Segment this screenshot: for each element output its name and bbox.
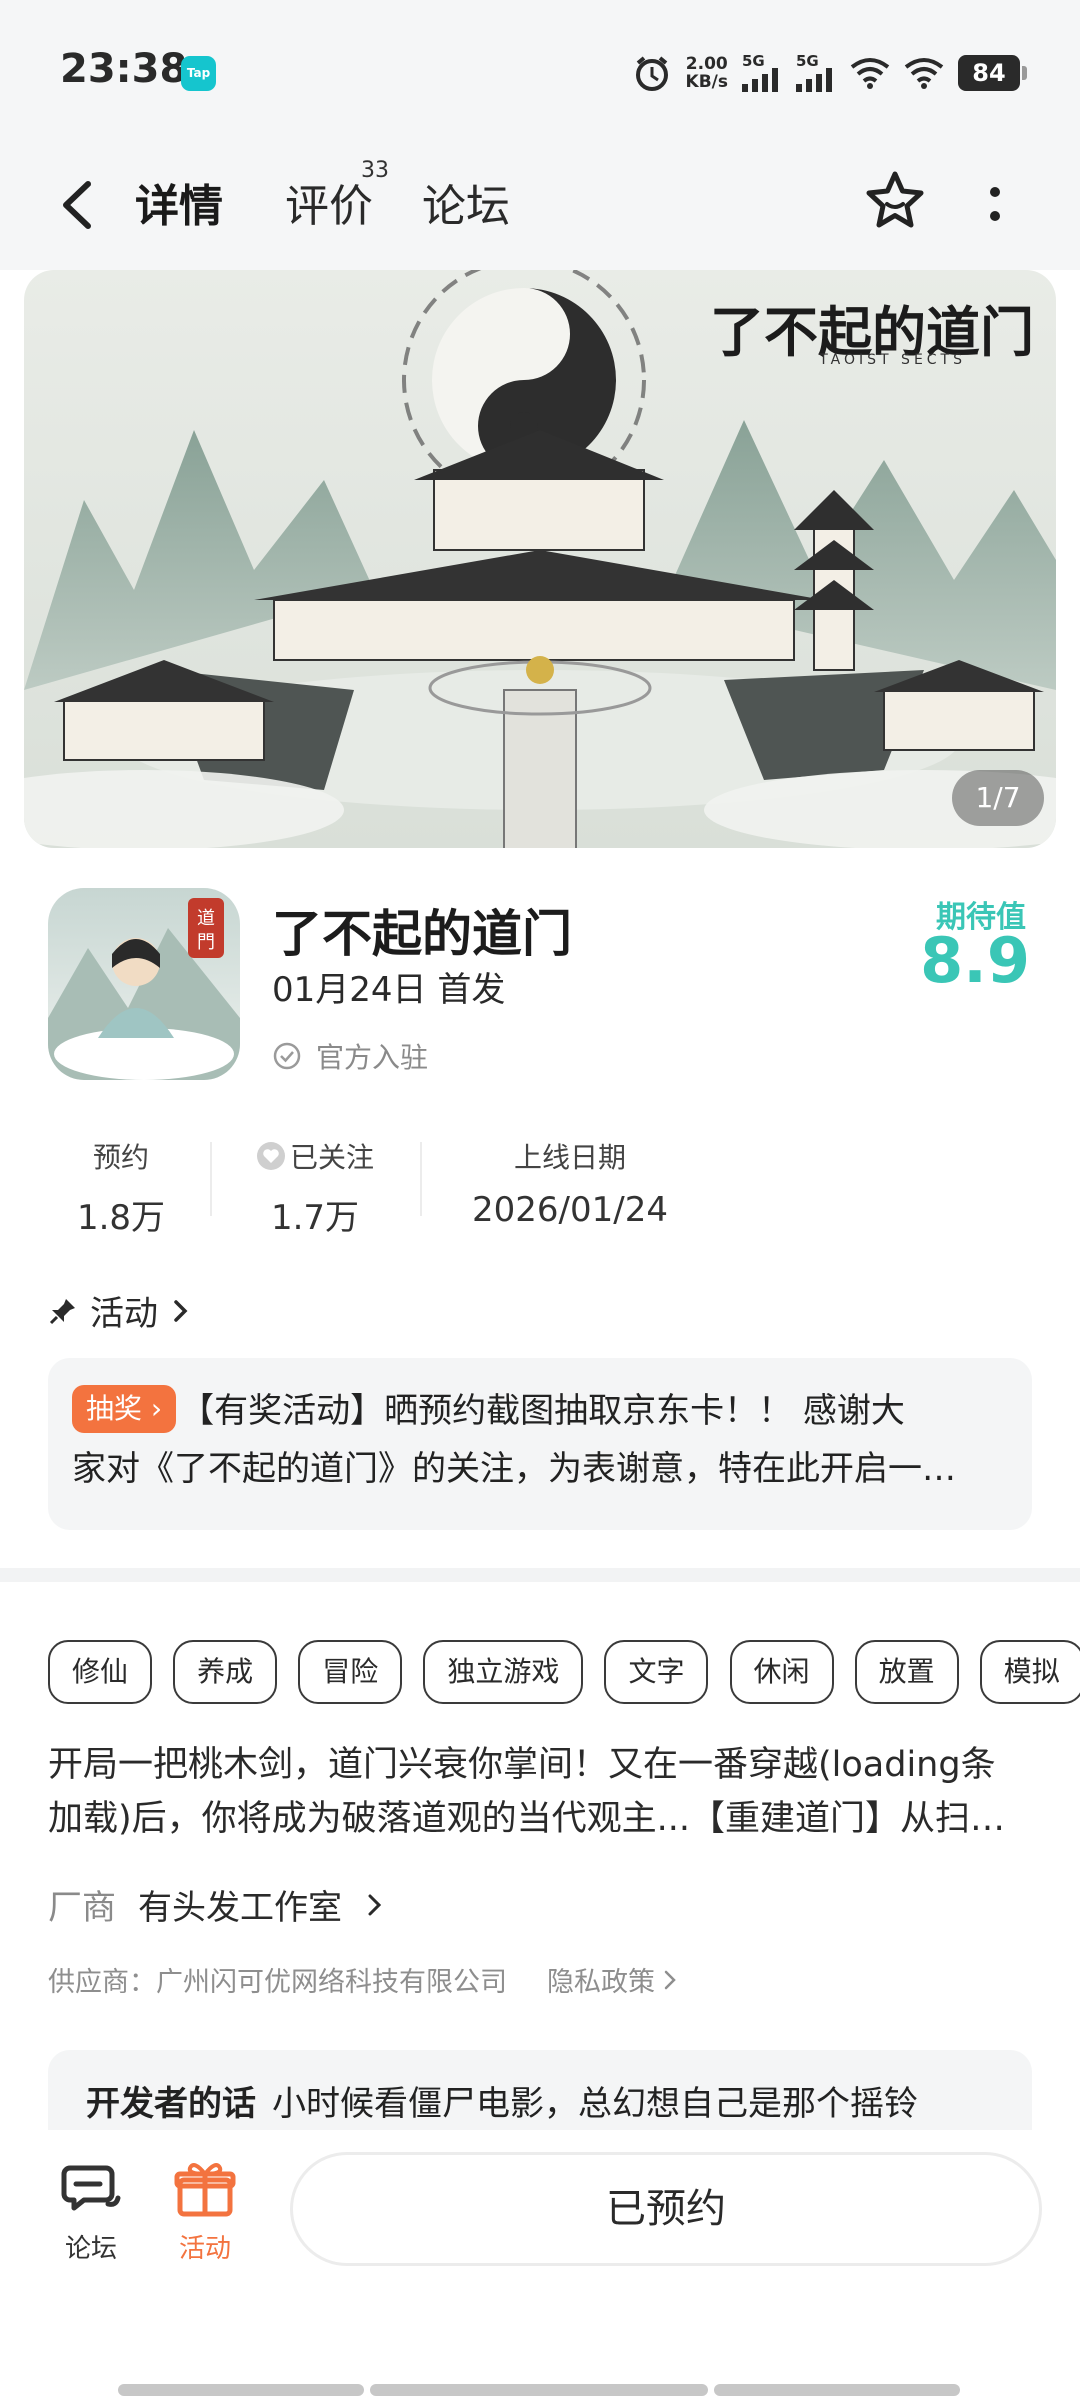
activity-text-line2: 家对《了不起的道门》的关注，为表谢意，特在此开启一… bbox=[72, 1449, 956, 1489]
icon-seal-text-2: 門 bbox=[197, 932, 215, 953]
activity-card[interactable]: 抽奖 › 【有奖活动】晒预约截图抽取京东卡！！ 感谢大 家对《了不起的道门》的关注… bbox=[48, 1358, 1032, 1530]
vendor-link[interactable]: 厂商 有头发工作室 bbox=[48, 1880, 386, 1929]
signal-5g-label: 5G bbox=[742, 52, 765, 70]
net-speed: 2.00 KB/s bbox=[686, 55, 728, 91]
stat-value: 2026/01/24 bbox=[472, 1190, 668, 1230]
reserved-button[interactable]: 已预约 bbox=[290, 2152, 1042, 2266]
top-nav-bar: 详情 评价 33 论坛 bbox=[0, 140, 1080, 270]
activity-section-link[interactable]: 活动 bbox=[48, 1286, 192, 1335]
game-icon-art: 道 門 bbox=[48, 898, 240, 1080]
tag-chip[interactable]: 模拟 bbox=[979, 1640, 1080, 1704]
supplier-row: 供应商：广州闪可优网络科技有限公司 隐私政策 bbox=[48, 1960, 679, 1999]
tag-chip[interactable]: 独立游戏 bbox=[423, 1640, 584, 1704]
alarm-icon bbox=[635, 56, 668, 91]
gesture-bar-segment bbox=[714, 2384, 960, 2396]
cell-signal-icon bbox=[742, 68, 778, 92]
stat-divider bbox=[210, 1142, 212, 1216]
tag-chip[interactable]: 修仙 bbox=[48, 1640, 153, 1704]
cell-signal-icon bbox=[796, 68, 832, 92]
gesture-bar-segment bbox=[118, 2384, 364, 2396]
signal-5g-label: 5G bbox=[796, 52, 819, 70]
chat-bubble-icon bbox=[61, 2165, 121, 2211]
banner-logo-subtitle: TAOIST SECTS bbox=[819, 352, 966, 368]
net-speed-unit: KB/s bbox=[685, 72, 728, 92]
stat-label: 预约 bbox=[92, 1141, 149, 1174]
signal-5g-1: 5G bbox=[742, 54, 782, 92]
tag-list: 修仙 养成 冒险 独立游戏 文字 休闲 放置 模拟 bbox=[48, 1640, 1080, 1706]
bottom-forum-button[interactable]: 论坛 bbox=[46, 2160, 136, 2265]
release-date: 01月24日 首发 bbox=[272, 970, 506, 1010]
screenshot-carousel[interactable]: 了不起的道门 TAOIST SECTS 1/7 bbox=[24, 270, 1056, 848]
stat-followers: 已关注 1.7万 bbox=[240, 1136, 390, 1239]
stat-label: 已关注 bbox=[289, 1141, 374, 1174]
tag-chip[interactable]: 养成 bbox=[173, 1640, 278, 1704]
follow-star-icon[interactable] bbox=[862, 168, 928, 234]
vendor-name: 有头发工作室 bbox=[138, 1888, 342, 1928]
tab-label: 评价 bbox=[285, 181, 373, 232]
taptap-notification-icon: Tap bbox=[181, 56, 216, 91]
stat-reservations: 预约 1.8万 bbox=[56, 1136, 186, 1239]
review-count-badge: 33 bbox=[361, 158, 389, 183]
stat-value: 1.8万 bbox=[76, 1198, 166, 1238]
game-icon: 道 門 bbox=[48, 888, 240, 1080]
wifi-icon bbox=[850, 58, 890, 89]
more-options-icon[interactable] bbox=[980, 180, 1010, 230]
section-divider bbox=[0, 1568, 1080, 1582]
official-label: 官方入驻 bbox=[316, 1041, 429, 1074]
gesture-bar-segment bbox=[370, 2384, 708, 2396]
developer-note-text: 小时候看僵尸电影，总幻想自己是那个摇铃 bbox=[272, 2084, 918, 2124]
stat-label: 上线日期 bbox=[513, 1141, 626, 1174]
developer-note-card[interactable]: 开发者的话 小时候看僵尸电影，总幻想自己是那个摇铃 bbox=[48, 2050, 1032, 2130]
status-bar: 23:38 Tap 2.00 KB/s 5G 5G 84 bbox=[0, 0, 1080, 140]
gift-icon bbox=[174, 2163, 236, 2217]
game-description[interactable]: 开局一把桃木剑，道门兴衰你掌间！又在一番穿越(loading条 加载)后，你将成… bbox=[48, 1738, 1032, 1846]
battery-icon: 84 bbox=[958, 55, 1027, 91]
expectation-score: 8.9 bbox=[920, 924, 1030, 997]
pin-icon bbox=[49, 1298, 75, 1324]
tag-chip[interactable]: 放置 bbox=[854, 1640, 959, 1704]
tab-label: 详情 bbox=[135, 181, 223, 232]
stat-value: 1.7万 bbox=[270, 1198, 360, 1238]
activity-text-line1: 【有奖活动】晒预约截图抽取京东卡！！ 感谢大 bbox=[180, 1391, 905, 1431]
bottom-forum-label: 论坛 bbox=[64, 2234, 117, 2264]
official-verified: 官方入驻 bbox=[272, 1036, 428, 1076]
tab-review[interactable]: 评价 33 bbox=[285, 158, 389, 234]
developer-note-label: 开发者的话 bbox=[86, 2084, 256, 2124]
stat-divider bbox=[420, 1142, 422, 1216]
chevron-right-icon bbox=[664, 1970, 676, 1989]
carousel-page-counter: 1/7 bbox=[952, 770, 1044, 826]
net-speed-value: 2.00 bbox=[685, 54, 728, 74]
status-icons: 2.00 KB/s 5G 5G 84 bbox=[632, 48, 1027, 98]
check-circle-icon bbox=[273, 1042, 301, 1070]
privacy-policy-label: 隐私政策 bbox=[547, 1967, 655, 1998]
description-line2: 加载)后，你将成为破落道观的当代观主...【重建道门】从扫… bbox=[48, 1799, 1006, 1839]
heart-icon bbox=[256, 1142, 285, 1170]
tab-forum[interactable]: 论坛 bbox=[422, 170, 510, 234]
chevron-right-icon bbox=[368, 1894, 382, 1915]
activity-heading: 活动 bbox=[90, 1294, 158, 1334]
signal-5g-2: 5G bbox=[796, 54, 836, 92]
tab-label: 论坛 bbox=[422, 181, 510, 232]
lottery-badge: 抽奖 › bbox=[72, 1385, 177, 1433]
game-title: 了不起的道门 bbox=[272, 905, 572, 963]
chevron-right-icon bbox=[174, 1299, 188, 1322]
supplier-text: 供应商：广州闪可优网络科技有限公司 bbox=[48, 1967, 507, 1998]
vendor-label: 厂商 bbox=[48, 1888, 116, 1928]
back-icon[interactable] bbox=[50, 170, 110, 240]
description-line1: 开局一把桃木剑，道门兴衰你掌间！又在一番穿越(loading条 bbox=[48, 1745, 996, 1785]
status-time: 23:38 bbox=[60, 46, 188, 92]
tab-detail[interactable]: 详情 bbox=[135, 170, 235, 238]
tag-chip[interactable]: 文字 bbox=[604, 1640, 709, 1704]
bottom-activity-label: 活动 bbox=[178, 2234, 231, 2264]
wifi-icon bbox=[904, 58, 944, 89]
tag-chip[interactable]: 休闲 bbox=[729, 1640, 834, 1704]
tag-chip[interactable]: 冒险 bbox=[298, 1640, 403, 1704]
stat-launch-date: 上线日期 2026/01/24 bbox=[450, 1136, 690, 1230]
privacy-policy-link[interactable]: 隐私政策 bbox=[547, 1960, 679, 1999]
icon-seal-text-1: 道 bbox=[197, 908, 215, 929]
bottom-action-bar: 论坛 活动 已预约 bbox=[0, 2130, 1080, 2400]
bottom-activity-button[interactable]: 活动 bbox=[160, 2160, 250, 2265]
lottery-badge-label: 抽奖 bbox=[86, 1392, 143, 1425]
